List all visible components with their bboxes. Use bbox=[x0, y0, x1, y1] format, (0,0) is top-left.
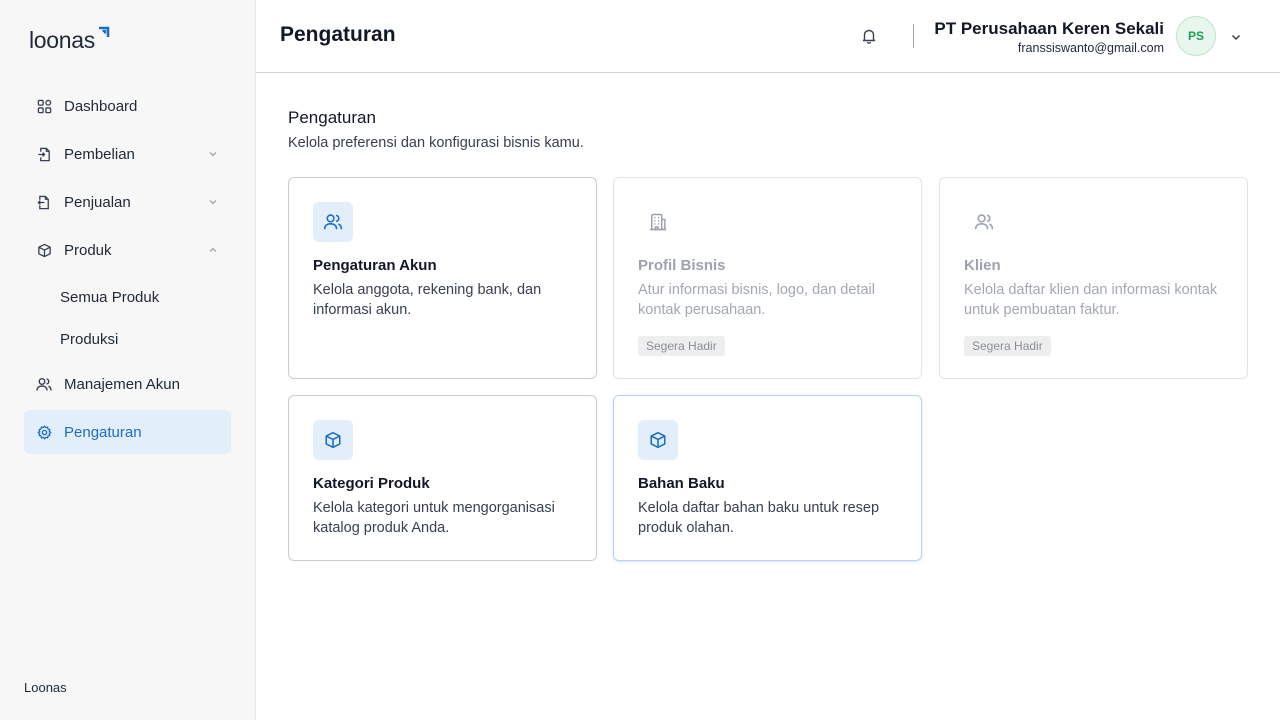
avatar[interactable]: PS bbox=[1176, 16, 1216, 56]
sidebar-subitem-semua-produk[interactable]: Semua Produk bbox=[24, 276, 231, 318]
sidebar: loonas Dashboard Pembelian Penjualan Pro… bbox=[0, 0, 256, 720]
card-title: Klien bbox=[964, 257, 1001, 274]
card-title: Kategori Produk bbox=[313, 475, 430, 492]
company-name: PT Perusahaan Keren Sekali bbox=[934, 19, 1164, 38]
page-title: Pengaturan bbox=[280, 23, 396, 46]
card-title: Profil Bisnis bbox=[638, 257, 726, 274]
sidebar-item-label: Produk bbox=[64, 241, 112, 259]
sidebar-item-manajemen-akun[interactable]: Manajemen Akun bbox=[24, 362, 231, 406]
sidebar-item-label: Penjualan bbox=[64, 193, 131, 211]
sidebar-nav: Dashboard Pembelian Penjualan Produk Sem… bbox=[24, 84, 231, 458]
brand-logo[interactable]: loonas bbox=[29, 26, 110, 54]
users-icon bbox=[964, 202, 1004, 242]
settings-card-pengaturan-akun[interactable]: Pengaturan Akun Kelola anggota, rekening… bbox=[288, 177, 597, 379]
section-subheading: Kelola preferensi dan konfigurasi bisnis… bbox=[288, 135, 584, 151]
cube-icon bbox=[313, 420, 353, 460]
sidebar-item-pembelian[interactable]: Pembelian bbox=[24, 132, 231, 176]
coming-soon-badge: Segera Hadir bbox=[964, 336, 1051, 356]
sidebar-footer: Loonas bbox=[24, 680, 67, 695]
arrow-up-right-logo-mark bbox=[98, 26, 110, 37]
chevron-down-icon[interactable] bbox=[1230, 30, 1242, 42]
users-icon bbox=[313, 202, 353, 242]
chevron-down-icon bbox=[207, 196, 219, 208]
card-description: Kelola daftar klien dan informasi kontak… bbox=[964, 282, 1218, 318]
gear-icon bbox=[36, 424, 52, 440]
user-email: franssiswanto@gmail.com bbox=[1017, 41, 1164, 55]
user-info: PT Perusahaan Keren Sekali franssiswanto… bbox=[934, 18, 1164, 56]
card-description: Kelola anggota, rekening bank, dan infor… bbox=[313, 282, 542, 318]
chevron-up-icon bbox=[207, 244, 219, 256]
sidebar-subitem-produksi[interactable]: Produksi bbox=[24, 318, 231, 360]
card-title: Bahan Baku bbox=[638, 475, 725, 492]
file-export-icon bbox=[36, 194, 52, 210]
section-heading: Pengaturan bbox=[288, 108, 376, 127]
card-description: Kelola kategori untuk mengorganisasi kat… bbox=[313, 500, 555, 536]
header-divider bbox=[913, 24, 914, 48]
card-description: Atur informasi bisnis, logo, dan detail … bbox=[638, 282, 875, 318]
sidebar-item-penjualan[interactable]: Penjualan bbox=[24, 180, 231, 224]
sidebar-item-pengaturan[interactable]: Pengaturan bbox=[24, 410, 231, 454]
top-header: Pengaturan PT Perusahaan Keren Sekali fr… bbox=[256, 0, 1280, 73]
cube-icon bbox=[638, 420, 678, 460]
settings-card-kategori-produk[interactable]: Kategori Produk Kelola kategori untuk me… bbox=[288, 395, 597, 561]
users-icon bbox=[36, 376, 52, 392]
sidebar-item-produk[interactable]: Produk bbox=[24, 228, 231, 272]
settings-card-profil-bisnis: Profil Bisnis Atur informasi bisnis, log… bbox=[613, 177, 922, 379]
cube-icon bbox=[36, 242, 52, 258]
bell-icon[interactable] bbox=[860, 27, 878, 45]
settings-card-bahan-baku[interactable]: Bahan Baku Kelola daftar bahan baku untu… bbox=[613, 395, 922, 561]
chevron-down-icon bbox=[207, 148, 219, 160]
settings-card-klien: Klien Kelola daftar klien dan informasi … bbox=[939, 177, 1248, 379]
sidebar-item-label: Pengaturan bbox=[64, 423, 142, 441]
sidebar-item-label: Manajemen Akun bbox=[64, 375, 180, 393]
sidebar-item-label: Dashboard bbox=[64, 97, 138, 115]
sidebar-item-label: Pembelian bbox=[64, 145, 135, 163]
card-description: Kelola daftar bahan baku untuk resep pro… bbox=[638, 500, 880, 536]
file-import-icon bbox=[36, 146, 52, 162]
card-title: Pengaturan Akun bbox=[313, 257, 437, 274]
coming-soon-badge: Segera Hadir bbox=[638, 336, 725, 356]
grid-icon bbox=[36, 98, 52, 114]
sidebar-item-dashboard[interactable]: Dashboard bbox=[24, 84, 231, 128]
building-icon bbox=[638, 202, 678, 242]
brand-name: loonas bbox=[29, 27, 95, 53]
